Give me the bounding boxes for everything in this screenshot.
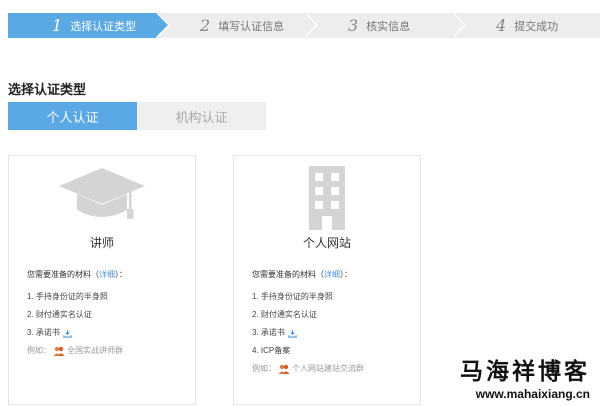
step-number: 3: [348, 15, 359, 35]
details-link[interactable]: 详细: [324, 270, 340, 279]
building-icon: [234, 166, 420, 236]
card-title: 个人网站: [302, 236, 351, 250]
progress-steps: 1 选择认证类型 2 填写认证信息 3 核实信息 4 提交成功: [8, 13, 600, 38]
step-label: 核实信息: [366, 20, 411, 33]
auth-type-tabs: 个人认证 机构认证: [8, 102, 266, 130]
details-link[interactable]: 详细: [99, 270, 115, 279]
download-icon[interactable]: [63, 329, 72, 338]
tab-personal[interactable]: 个人认证: [8, 102, 137, 130]
step-number: 4: [496, 15, 507, 35]
step-label: 填写认证信息: [218, 20, 285, 33]
step-3: 3 核实信息: [304, 13, 466, 38]
step-number: 2: [200, 15, 211, 35]
list-item: 2. 财付通实名认证: [27, 310, 92, 319]
list-item: 2. 财付通实名认证: [252, 310, 317, 319]
materials-list: 1. 手持身份证的半身照 2. 财付通实名认证 3. 承诺书 例如： 全国实战讲…: [27, 288, 123, 360]
materials-note: 您需要准备的材料（详细）：: [252, 270, 352, 279]
materials-note: 您需要准备的材料（详细）：: [27, 270, 127, 279]
card-personal-website[interactable]: 个人网站 您需要准备的材料（详细）： 1. 手持身份证的半身照 2. 财付通实名…: [233, 155, 421, 405]
group-icon: [53, 346, 65, 356]
tab-organization[interactable]: 机构认证: [137, 102, 266, 130]
list-item: 3. 承诺书: [27, 324, 123, 342]
step-number: 1: [52, 15, 63, 35]
step-2: 2 填写认证信息: [156, 13, 318, 38]
section-title: 选择认证类型: [8, 82, 87, 97]
list-item: 3. 承诺书: [252, 324, 364, 342]
watermark-title: 马海祥博客: [460, 358, 590, 385]
step-label: 选择认证类型: [70, 20, 137, 33]
step-1: 1 选择认证类型: [8, 13, 170, 38]
watermark-url: www.mahaixiang.cn: [475, 387, 590, 401]
group-icon: [278, 364, 290, 374]
step-label: 提交成功: [514, 20, 559, 33]
list-item: 4. ICP备案: [252, 346, 291, 355]
watermark: 马海祥博客 www.mahaixiang.cn: [460, 352, 590, 401]
step-4: 4 提交成功: [452, 13, 600, 38]
card-lecturer[interactable]: 讲师 您需要准备的材料（详细）： 1. 手持身份证的半身照 2. 财付通实名认证…: [8, 155, 196, 405]
download-icon[interactable]: [288, 329, 297, 338]
card-title: 讲师: [89, 236, 114, 250]
list-item: 1. 手持身份证的半身照: [27, 292, 108, 301]
example-line: 例如： 个人网站建站交流群: [252, 364, 364, 374]
example-line: 例如： 全国实战讲师群: [27, 346, 123, 356]
list-item: 1. 手持身份证的半身照: [252, 292, 333, 301]
materials-list: 1. 手持身份证的半身照 2. 财付通实名认证 3. 承诺书 4. ICP备案 …: [252, 288, 364, 378]
graduation-cap-icon: [9, 166, 195, 236]
